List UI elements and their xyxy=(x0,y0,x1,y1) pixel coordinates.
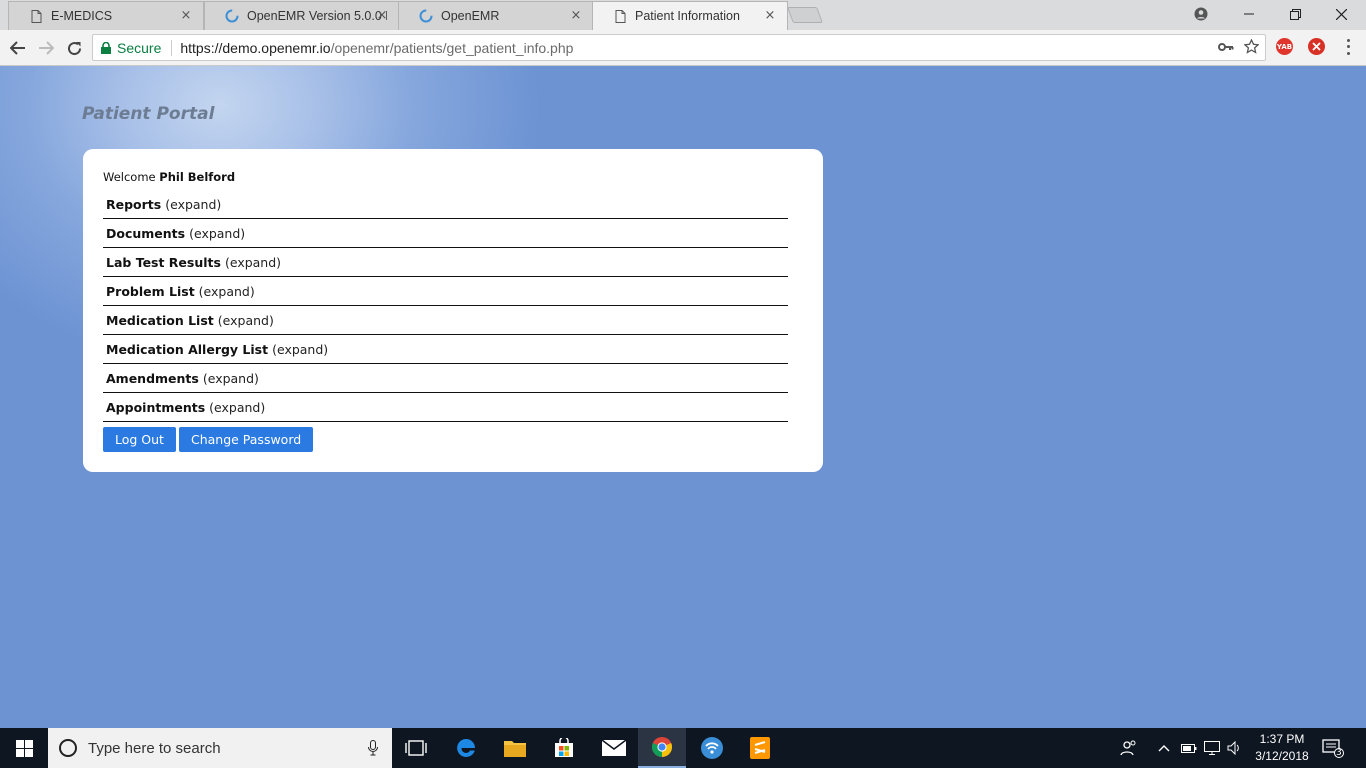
patient-info-card: Welcome Phil Belford Reports (expand) Do… xyxy=(83,149,823,472)
section-title: Appointments xyxy=(106,399,206,415)
task-view-icon[interactable] xyxy=(392,728,440,768)
openemr-icon xyxy=(225,9,239,23)
patient-name: Phil Belford xyxy=(159,170,236,184)
section-amendments[interactable]: Amendments (expand) xyxy=(103,364,788,393)
close-icon[interactable]: × xyxy=(179,9,193,23)
back-arrow-icon[interactable] xyxy=(6,36,30,60)
url-host: https://demo.openemr.io xyxy=(180,39,331,56)
tab-openemr[interactable]: OpenEMR × xyxy=(398,1,594,30)
yab-extension-label: YAB xyxy=(1276,42,1293,51)
key-icon[interactable] xyxy=(1218,39,1234,57)
welcome-text: Welcome Phil Belford xyxy=(103,170,235,184)
tab-label: E-MEDICS xyxy=(51,9,113,23)
expand-link[interactable]: (expand) xyxy=(225,255,281,270)
section-title: Lab Test Results xyxy=(106,254,221,270)
cortana-icon xyxy=(59,739,77,757)
section-reports[interactable]: Reports (expand) xyxy=(103,190,788,219)
star-icon[interactable] xyxy=(1243,38,1260,57)
notification-count: 3 xyxy=(1336,748,1342,758)
secure-label: Secure xyxy=(117,39,162,56)
section-medication-list[interactable]: Medication List (expand) xyxy=(103,306,788,335)
action-center-icon[interactable]: 3 xyxy=(1322,728,1344,768)
change-password-button[interactable]: Change Password xyxy=(178,427,314,452)
minimize-icon[interactable] xyxy=(1226,0,1272,28)
section-medication-allergy-list[interactable]: Medication Allergy List (expand) xyxy=(103,335,788,364)
close-window-icon[interactable] xyxy=(1318,0,1364,28)
close-icon[interactable]: × xyxy=(375,9,389,23)
people-icon[interactable] xyxy=(1120,728,1138,768)
tab-strip: E-MEDICS × OpenEMR Version 5.0.0 D × Ope… xyxy=(0,0,1366,30)
profile-icon[interactable] xyxy=(1178,0,1224,28)
page-icon xyxy=(29,9,43,23)
expand-link[interactable]: (expand) xyxy=(203,371,259,386)
divider xyxy=(171,39,173,56)
section-problem-list[interactable]: Problem List (expand) xyxy=(103,277,788,306)
network-app-icon[interactable] xyxy=(688,728,736,768)
address-bar[interactable]: Secure https://demo.openemr.io/openemr/p… xyxy=(92,34,1266,61)
browser-menu-icon[interactable] xyxy=(1341,37,1355,57)
chrome-icon[interactable] xyxy=(638,728,686,768)
openemr-icon xyxy=(419,9,433,23)
section-title: Problem List xyxy=(106,283,195,299)
expand-link[interactable]: (expand) xyxy=(272,342,328,357)
section-appointments[interactable]: Appointments (expand) xyxy=(103,393,788,422)
expand-link[interactable]: (expand) xyxy=(199,284,255,299)
store-icon[interactable] xyxy=(540,728,588,768)
lock-icon xyxy=(101,41,111,54)
section-lab-test-results[interactable]: Lab Test Results (expand) xyxy=(103,248,788,277)
section-title: Documents xyxy=(106,225,186,241)
taskbar-search-box[interactable]: Type here to search xyxy=(48,728,392,768)
mail-icon[interactable] xyxy=(590,728,638,768)
url-path: /openemr/patients/get_patient_info.php xyxy=(330,39,574,56)
windows-start-icon[interactable] xyxy=(0,728,48,768)
tab-e-medics[interactable]: E-MEDICS × xyxy=(8,1,204,30)
forward-arrow-icon[interactable] xyxy=(34,36,58,60)
expand-link[interactable]: (expand) xyxy=(209,400,265,415)
section-documents[interactable]: Documents (expand) xyxy=(103,219,788,248)
action-buttons: Log Out Change Password xyxy=(103,427,314,452)
network-icon[interactable] xyxy=(1204,728,1220,768)
log-out-button[interactable]: Log Out xyxy=(103,427,176,452)
section-list: Reports (expand) Documents (expand) Lab … xyxy=(103,190,788,422)
microphone-icon[interactable] xyxy=(368,740,378,756)
browser-toolbar: Secure https://demo.openemr.io/openemr/p… xyxy=(0,30,1366,66)
tab-label: OpenEMR xyxy=(441,9,500,23)
section-title: Amendments xyxy=(106,370,199,386)
file-explorer-icon[interactable] xyxy=(491,728,539,768)
expand-link[interactable]: (expand) xyxy=(218,313,274,328)
tab-label: OpenEMR Version 5.0.0 D xyxy=(247,9,387,23)
windows-taskbar: Type here to search 1:37 PM 3/12/2018 3 xyxy=(0,728,1366,768)
volume-icon[interactable] xyxy=(1227,728,1243,768)
expand-link[interactable]: (expand) xyxy=(189,226,245,241)
page-icon xyxy=(613,9,627,23)
page-background: Patient Portal Welcome Phil Belford Repo… xyxy=(0,66,1366,728)
tab-label: Patient Information xyxy=(635,9,740,23)
clock-time: 1:37 PM xyxy=(1259,732,1305,746)
close-icon[interactable]: × xyxy=(569,9,583,23)
new-tab-button[interactable] xyxy=(787,7,823,23)
show-hidden-icons-chevron-icon[interactable] xyxy=(1158,728,1170,768)
tab-openemr-version[interactable]: OpenEMR Version 5.0.0 D × xyxy=(204,1,400,30)
page-title: Patient Portal xyxy=(82,104,215,124)
welcome-prefix: Welcome xyxy=(103,170,156,184)
section-title: Reports xyxy=(106,196,162,212)
sublime-text-icon[interactable] xyxy=(736,728,784,768)
search-placeholder: Type here to search xyxy=(88,739,221,757)
yab-extension-icon[interactable]: YAB xyxy=(1276,38,1293,55)
reload-icon[interactable] xyxy=(62,36,86,60)
section-title: Medication List xyxy=(106,312,214,328)
clock-date: 3/12/2018 xyxy=(1255,749,1309,763)
blocker-extension-icon[interactable] xyxy=(1308,38,1325,55)
close-icon[interactable]: × xyxy=(763,9,777,23)
battery-icon[interactable] xyxy=(1181,728,1197,768)
system-clock[interactable]: 1:37 PM 3/12/2018 xyxy=(1251,731,1313,765)
expand-link[interactable]: (expand) xyxy=(165,197,221,212)
tab-patient-information[interactable]: Patient Information × xyxy=(592,1,788,30)
section-title: Medication Allergy List xyxy=(106,341,269,357)
restore-icon[interactable] xyxy=(1272,0,1318,28)
edge-browser-icon[interactable] xyxy=(442,728,490,768)
